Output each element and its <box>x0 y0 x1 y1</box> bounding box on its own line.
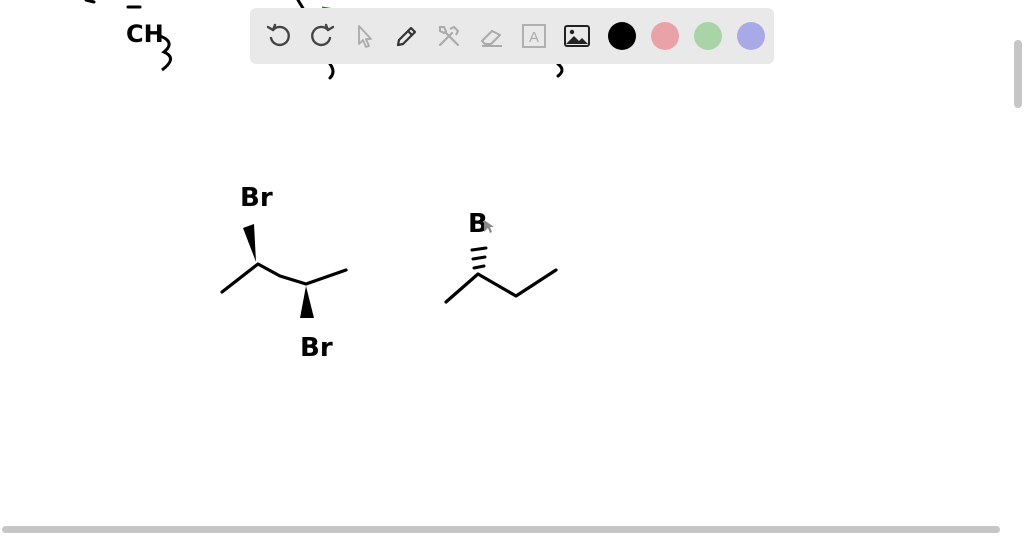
mol1-wedge-top <box>243 224 256 262</box>
image-icon <box>563 25 590 47</box>
text-icon: A <box>522 24 546 48</box>
redo-icon <box>310 23 334 47</box>
mol1-wedge-bottom <box>300 286 314 318</box>
image-button[interactable] <box>558 17 596 55</box>
tools-icon <box>438 25 460 47</box>
drawing-toolbar: A <box>250 8 774 64</box>
pen-icon <box>396 26 416 47</box>
mol1-chain <box>220 262 348 294</box>
undo-button[interactable] <box>260 17 298 55</box>
vertical-scrollbar[interactable] <box>1014 0 1022 110</box>
text-button[interactable]: A <box>515 17 553 55</box>
pointer-button[interactable] <box>345 17 383 55</box>
undo-icon <box>266 23 290 47</box>
whiteboard-canvas[interactable]: CH Br Br B A <box>0 0 1024 536</box>
eraser-icon <box>480 30 502 47</box>
molecule-2: B <box>444 209 558 304</box>
whiteboard-drawing: CH Br Br B <box>84 0 564 363</box>
mol2-chain <box>444 268 558 304</box>
pen-button[interactable] <box>388 17 426 55</box>
horizontal-scrollbar[interactable] <box>0 526 1024 534</box>
top-left-fragment <box>84 0 142 9</box>
mol1-br-top: Br <box>240 183 273 213</box>
eraser-button[interactable] <box>473 17 511 55</box>
pointer-icon <box>358 25 372 48</box>
color-pink-swatch[interactable] <box>650 22 679 50</box>
color-black-swatch[interactable] <box>607 22 636 50</box>
horizontal-scrollbar-thumb[interactable] <box>2 526 1000 533</box>
mol2-hash-wedge <box>470 246 488 270</box>
molecule-1: Br Br <box>220 183 348 363</box>
color-green-swatch[interactable] <box>693 22 722 50</box>
color-purple-swatch[interactable] <box>736 22 765 50</box>
ch3-label: CH <box>126 20 164 48</box>
tools-button[interactable] <box>430 17 468 55</box>
svg-text:A: A <box>529 29 539 46</box>
redo-button[interactable] <box>303 17 341 55</box>
vertical-scrollbar-thumb[interactable] <box>1014 40 1022 108</box>
mol1-br-bottom: Br <box>300 333 333 363</box>
